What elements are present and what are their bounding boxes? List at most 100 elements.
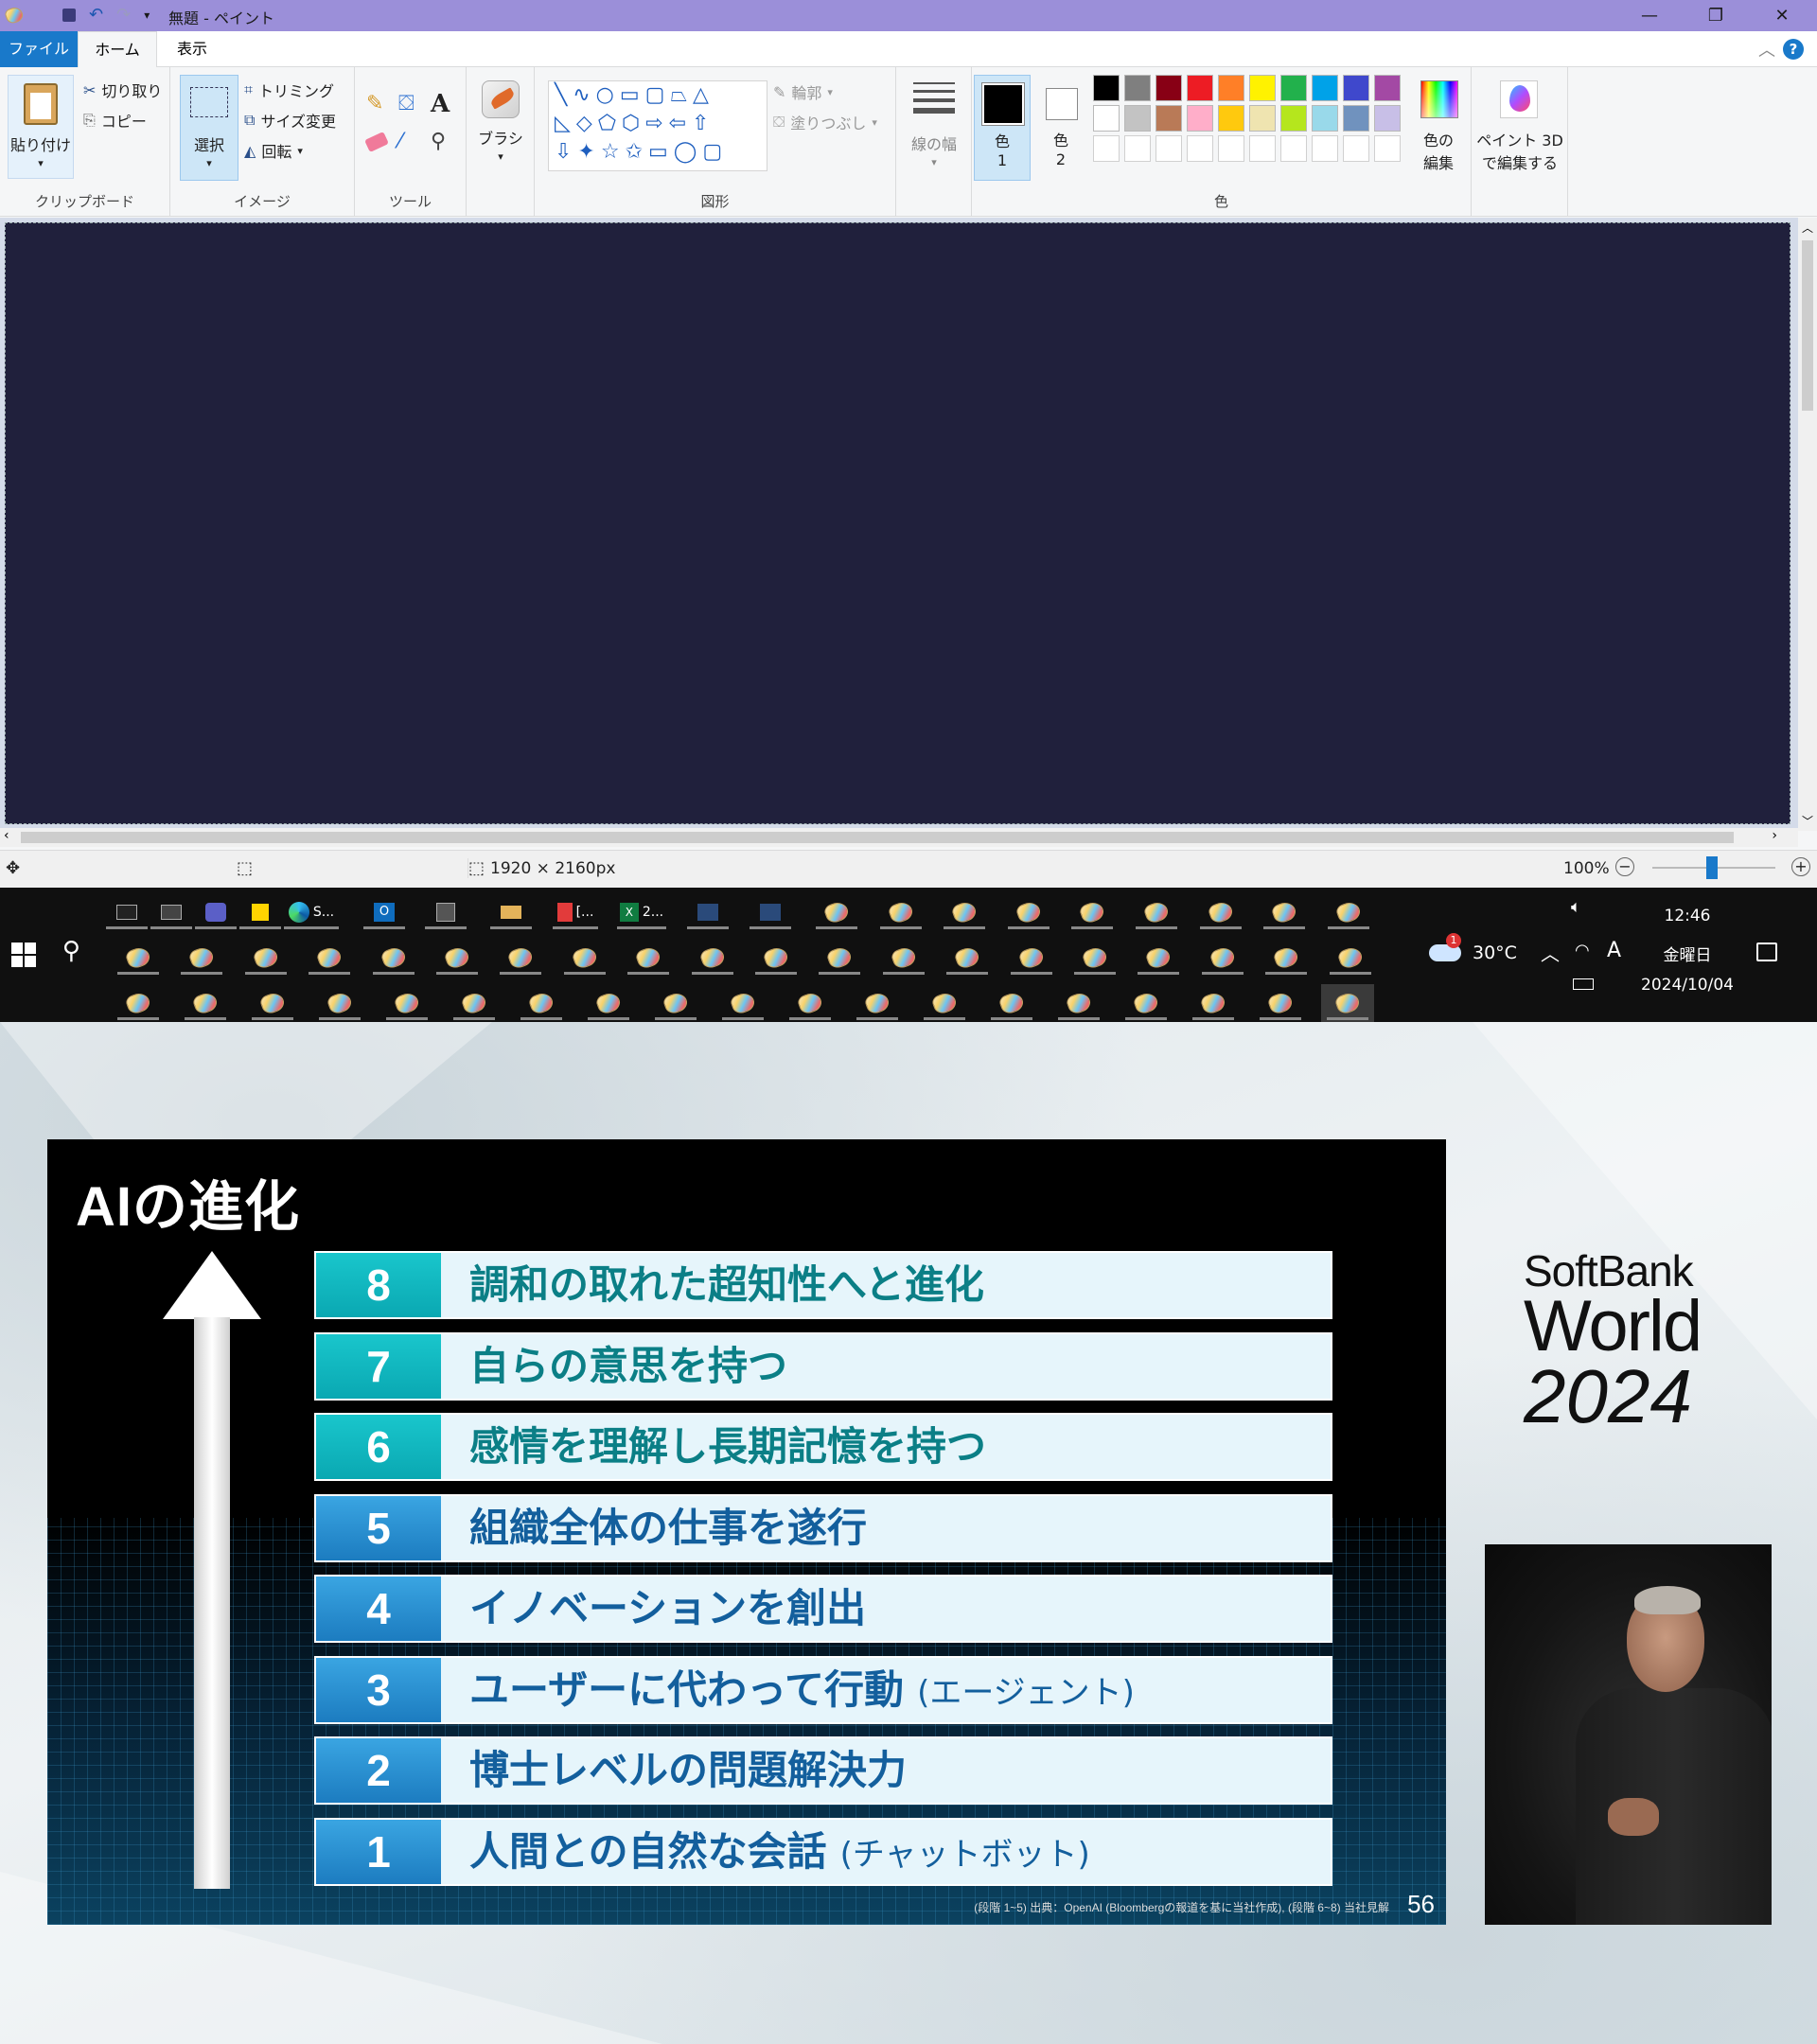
taskbar-paint-instance[interactable] <box>716 984 769 1022</box>
crop-button[interactable]: ⌗ トリミング <box>244 79 334 101</box>
palette-swatch[interactable] <box>1155 105 1182 132</box>
taskbar-paint-instance[interactable] <box>938 893 991 931</box>
tab-file[interactable]: ファイル <box>0 31 78 67</box>
taskbar-paint-instance[interactable] <box>877 939 930 977</box>
palette-swatch[interactable] <box>1249 75 1276 101</box>
taskbar-paint-instance[interactable] <box>558 939 611 977</box>
drawing-canvas[interactable] <box>5 222 1791 824</box>
shapes-gallery[interactable]: ╲∿○▭▢⏢△ ◺◇⬠⬡⇨⇦⇧ ⇩✦☆✩▭◯▢ <box>548 80 767 171</box>
taskbar-calculator[interactable] <box>419 893 472 931</box>
palette-empty-swatch[interactable] <box>1155 135 1182 162</box>
customize-qat-icon[interactable]: ▾ <box>144 9 150 22</box>
palette-empty-swatch[interactable] <box>1124 135 1151 162</box>
taskbar-paint-instance[interactable] <box>1120 984 1173 1022</box>
close-button[interactable]: ✕ <box>1753 0 1811 31</box>
taskbar-paint-instance[interactable] <box>313 984 366 1022</box>
color1-button[interactable]: 色 1 <box>974 75 1031 181</box>
taskbar-paint-instance[interactable] <box>1068 939 1121 977</box>
palette-empty-swatch[interactable] <box>1343 135 1369 162</box>
tab-home[interactable]: ホーム <box>78 31 157 68</box>
taskbar-paint-instance[interactable] <box>175 939 228 977</box>
palette-empty-swatch[interactable] <box>1187 135 1213 162</box>
undo-icon[interactable]: ↶ <box>89 5 103 25</box>
zoom-slider-thumb[interactable] <box>1706 856 1718 879</box>
zoom-in-icon[interactable]: + <box>1791 857 1810 876</box>
taskbar-paint-instance[interactable] <box>686 939 739 977</box>
edit-with-paint3d-button[interactable]: ペイント 3D で編集する <box>1475 75 1564 181</box>
weather-widget[interactable]: 1 <box>1427 933 1465 961</box>
taskbar-edge[interactable]: S... <box>278 893 344 931</box>
taskbar-paint-instance[interactable] <box>1130 893 1183 931</box>
palette-swatch[interactable] <box>1218 75 1244 101</box>
taskbar-paint-instance[interactable] <box>303 939 356 977</box>
taskbar-paint-instance[interactable] <box>431 939 484 977</box>
notification-center-icon[interactable] <box>1756 943 1777 961</box>
tab-view[interactable]: 表示 <box>159 31 225 67</box>
taskbar-paint-instance[interactable] <box>1194 893 1247 931</box>
save-icon[interactable] <box>62 8 76 22</box>
taskbar-paint-instance[interactable] <box>494 939 547 977</box>
taskbar-paint-instance[interactable] <box>784 984 837 1022</box>
taskbar-paint-instance[interactable] <box>1260 939 1313 977</box>
ime-mode-icon[interactable]: A <box>1607 939 1621 962</box>
palette-empty-swatch[interactable] <box>1249 135 1276 162</box>
palette-swatch[interactable] <box>1312 75 1338 101</box>
palette-swatch[interactable] <box>1280 105 1307 132</box>
palette-swatch[interactable] <box>1187 75 1213 101</box>
taskbar-paint-instance[interactable] <box>918 984 971 1022</box>
taskbar-paint-instance[interactable] <box>1258 893 1311 931</box>
taskbar-paint-instance[interactable] <box>813 939 866 977</box>
palette-swatch[interactable] <box>1312 105 1338 132</box>
resize-button[interactable]: ⧉ サイズ変更 <box>244 109 336 132</box>
horizontal-scroll-thumb[interactable] <box>21 832 1734 843</box>
restore-button[interactable]: ❐ <box>1686 0 1745 31</box>
taskbar-paint-instance[interactable] <box>941 939 994 977</box>
palette-swatch[interactable] <box>1155 75 1182 101</box>
palette-swatch[interactable] <box>1249 105 1276 132</box>
wifi-icon[interactable]: ◠ <box>1575 941 1590 960</box>
palette-swatch[interactable] <box>1343 105 1369 132</box>
taskbar-paint-instance[interactable] <box>239 939 292 977</box>
taskbar-paint-instance[interactable] <box>1187 984 1240 1022</box>
taskbar-paint-instance[interactable] <box>649 984 702 1022</box>
palette-swatch[interactable] <box>1124 105 1151 132</box>
pencil-icon[interactable]: ✎ <box>366 92 383 115</box>
collapse-ribbon-icon[interactable]: ︿ <box>1758 37 1775 62</box>
weather-temperature[interactable]: 30°C <box>1473 943 1517 963</box>
taskbar-paint-instance[interactable] <box>1322 893 1375 931</box>
taskbar-paint-instance[interactable] <box>380 984 433 1022</box>
taskbar-excel[interactable]: X 2... <box>611 893 672 931</box>
rotate-button[interactable]: ◭ 回転 ▾ <box>244 139 303 162</box>
scroll-up-icon[interactable]: ︿ <box>1798 220 1817 236</box>
scroll-right-icon[interactable]: › <box>1772 828 1777 843</box>
taskbar-paint-instance[interactable] <box>851 984 904 1022</box>
horizontal-scrollbar[interactable]: ‹ › <box>0 828 1798 847</box>
taskbar-paint-instance[interactable] <box>1254 984 1307 1022</box>
palette-empty-swatch[interactable] <box>1218 135 1244 162</box>
palette-empty-swatch[interactable] <box>1312 135 1338 162</box>
taskbar-paint-instance[interactable] <box>448 984 501 1022</box>
palette-swatch[interactable] <box>1280 75 1307 101</box>
taskbar-paint-instance[interactable] <box>1196 939 1249 977</box>
palette-empty-swatch[interactable] <box>1093 135 1120 162</box>
eraser-icon[interactable] <box>364 132 389 152</box>
edit-colors-button[interactable]: 色の 編集 <box>1409 75 1468 181</box>
taskbar-paint-instance[interactable] <box>112 984 165 1022</box>
palette-swatch[interactable] <box>1343 75 1369 101</box>
zoom-out-icon[interactable]: − <box>1615 857 1634 876</box>
palette-swatch[interactable] <box>1218 105 1244 132</box>
taskbar-media-1[interactable] <box>681 893 734 931</box>
paste-button[interactable]: 貼り付け ▾ <box>8 75 74 179</box>
volume-icon[interactable]: 🔈︎ <box>1571 897 1581 917</box>
palette-swatch[interactable] <box>1374 105 1401 132</box>
taskbar-paint-instance[interactable] <box>1052 984 1105 1022</box>
color2-button[interactable]: 色 2 <box>1034 75 1087 181</box>
minimize-button[interactable]: — <box>1620 0 1679 31</box>
brush-button[interactable]: ブラシ ▾ <box>474 77 527 171</box>
taskbar-mail[interactable] <box>485 893 538 931</box>
text-tool-icon[interactable]: A <box>431 90 450 118</box>
taskbar-paint-instance[interactable] <box>1324 939 1377 977</box>
palette-swatch[interactable] <box>1093 75 1120 101</box>
taskbar-paint-instance[interactable] <box>622 939 675 977</box>
redo-icon[interactable]: ↷ <box>116 5 131 25</box>
